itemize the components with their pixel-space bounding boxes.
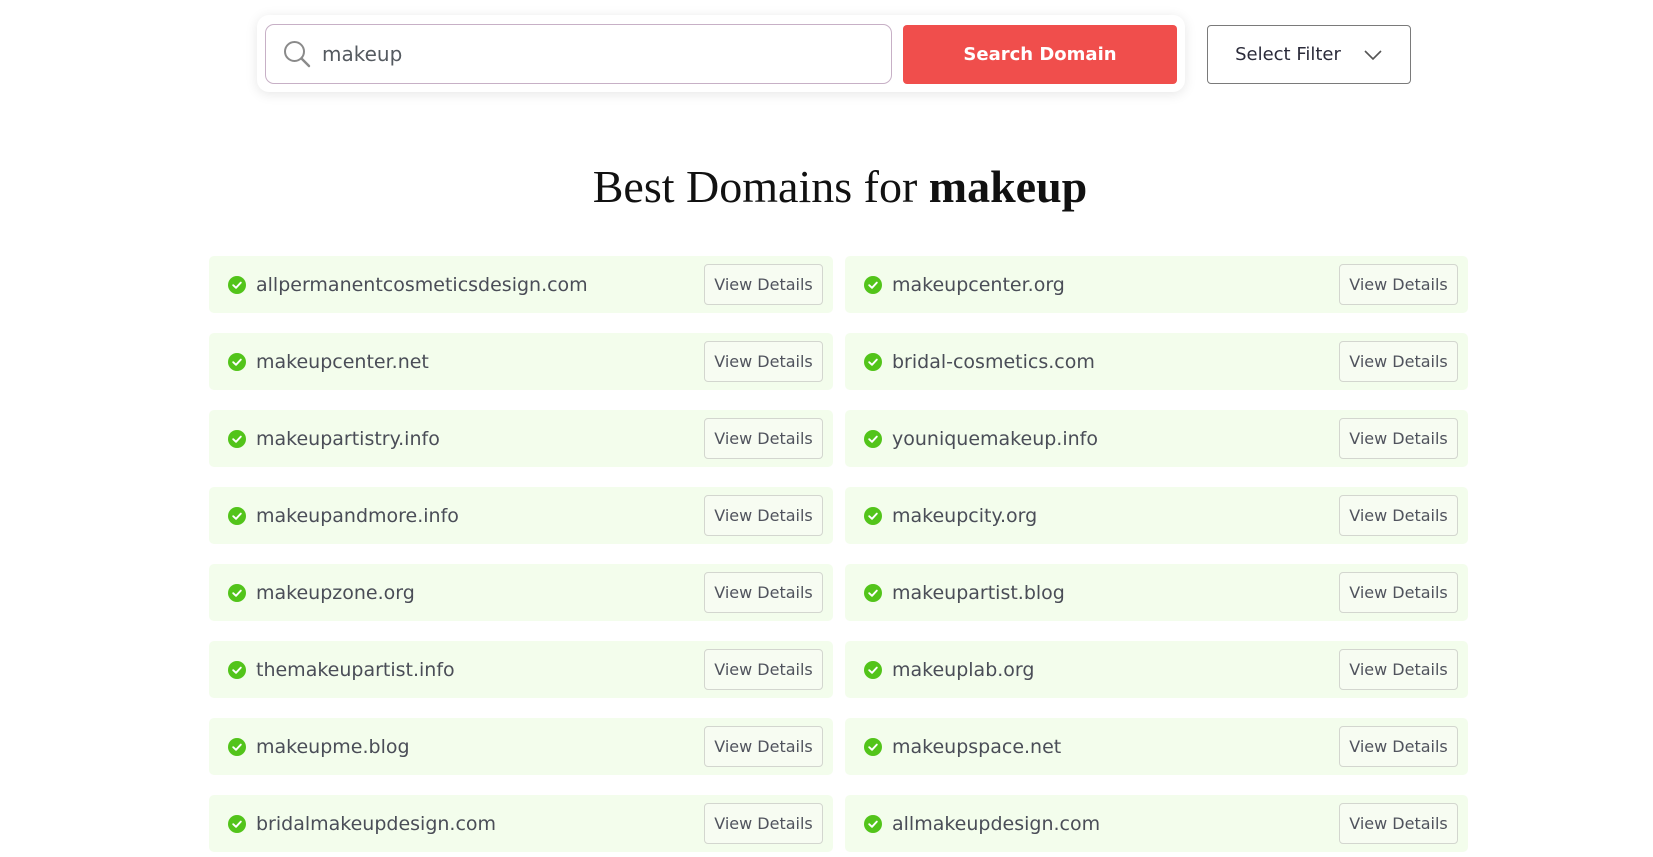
check-circle-icon [228, 814, 246, 833]
title-prefix: Best Domains for [592, 161, 918, 212]
domain-result-item: allpermanentcosmeticsdesign.com View Deta… [209, 256, 833, 313]
check-circle-icon [864, 583, 882, 602]
view-details-button[interactable]: View Details [1339, 803, 1458, 844]
domain-result-item: themakeupartist.info View Details [209, 641, 833, 698]
view-details-button[interactable]: View Details [704, 418, 823, 459]
search-domain-button[interactable]: Search Domain [903, 25, 1177, 84]
view-details-button[interactable]: View Details [1339, 649, 1458, 690]
check-circle-icon [864, 275, 882, 294]
domain-result-item: makeupartist.blog View Details [845, 564, 1468, 621]
check-circle-icon [228, 506, 246, 525]
domain-result-item: makeupartistry.info View Details [209, 410, 833, 467]
domain-result-item: bridalmakeupdesign.com View Details [209, 795, 833, 852]
domain-result-item: bridal-cosmetics.com View Details [845, 333, 1468, 390]
domain-result-item: allmakeupdesign.com View Details [845, 795, 1468, 852]
view-details-button[interactable]: View Details [704, 264, 823, 305]
page-title: Best Domains for makeup [0, 160, 1653, 213]
check-circle-icon [864, 429, 882, 448]
domain-result-item: makeupandmore.info View Details [209, 487, 833, 544]
view-details-button[interactable]: View Details [1339, 341, 1458, 382]
domain-result-item: youniquemakeup.info View Details [845, 410, 1468, 467]
select-filter-label: Select Filter [1235, 44, 1341, 65]
check-circle-icon [228, 660, 246, 679]
view-details-button[interactable]: View Details [704, 495, 823, 536]
check-circle-icon [228, 352, 246, 371]
check-circle-icon [864, 737, 882, 756]
domain-result-item: makeupcenter.org View Details [845, 256, 1468, 313]
domain-result-item: makeuplab.org View Details [845, 641, 1468, 698]
view-details-button[interactable]: View Details [1339, 495, 1458, 536]
view-details-button[interactable]: View Details [704, 572, 823, 613]
search-bar: Search Domain [257, 15, 1185, 92]
check-circle-icon [228, 429, 246, 448]
check-circle-icon [228, 275, 246, 294]
domain-result-item: makeupcenter.net View Details [209, 333, 833, 390]
domain-result-item: makeupme.blog View Details [209, 718, 833, 775]
domain-result-item: makeupcity.org View Details [845, 487, 1468, 544]
check-circle-icon [864, 506, 882, 525]
search-input[interactable] [322, 42, 842, 66]
chevron-down-icon [1363, 48, 1383, 62]
view-details-button[interactable]: View Details [1339, 572, 1458, 613]
domain-result-item: makeupzone.org View Details [209, 564, 833, 621]
search-field[interactable] [265, 24, 892, 84]
view-details-button[interactable]: View Details [704, 649, 823, 690]
view-details-button[interactable]: View Details [1339, 418, 1458, 459]
view-details-button[interactable]: View Details [704, 341, 823, 382]
select-filter-dropdown[interactable]: Select Filter [1207, 25, 1411, 84]
view-details-button[interactable]: View Details [1339, 726, 1458, 767]
check-circle-icon [864, 352, 882, 371]
title-keyword: makeup [928, 161, 1088, 212]
search-icon [282, 39, 312, 69]
view-details-button[interactable]: View Details [704, 726, 823, 767]
check-circle-icon [228, 583, 246, 602]
domain-results-grid: allpermanentcosmeticsdesign.com View Deta… [209, 256, 1468, 852]
check-circle-icon [228, 737, 246, 756]
domain-result-item: makeupspace.net View Details [845, 718, 1468, 775]
view-details-button[interactable]: View Details [704, 803, 823, 844]
view-details-button[interactable]: View Details [1339, 264, 1458, 305]
check-circle-icon [864, 660, 882, 679]
check-circle-icon [864, 814, 882, 833]
